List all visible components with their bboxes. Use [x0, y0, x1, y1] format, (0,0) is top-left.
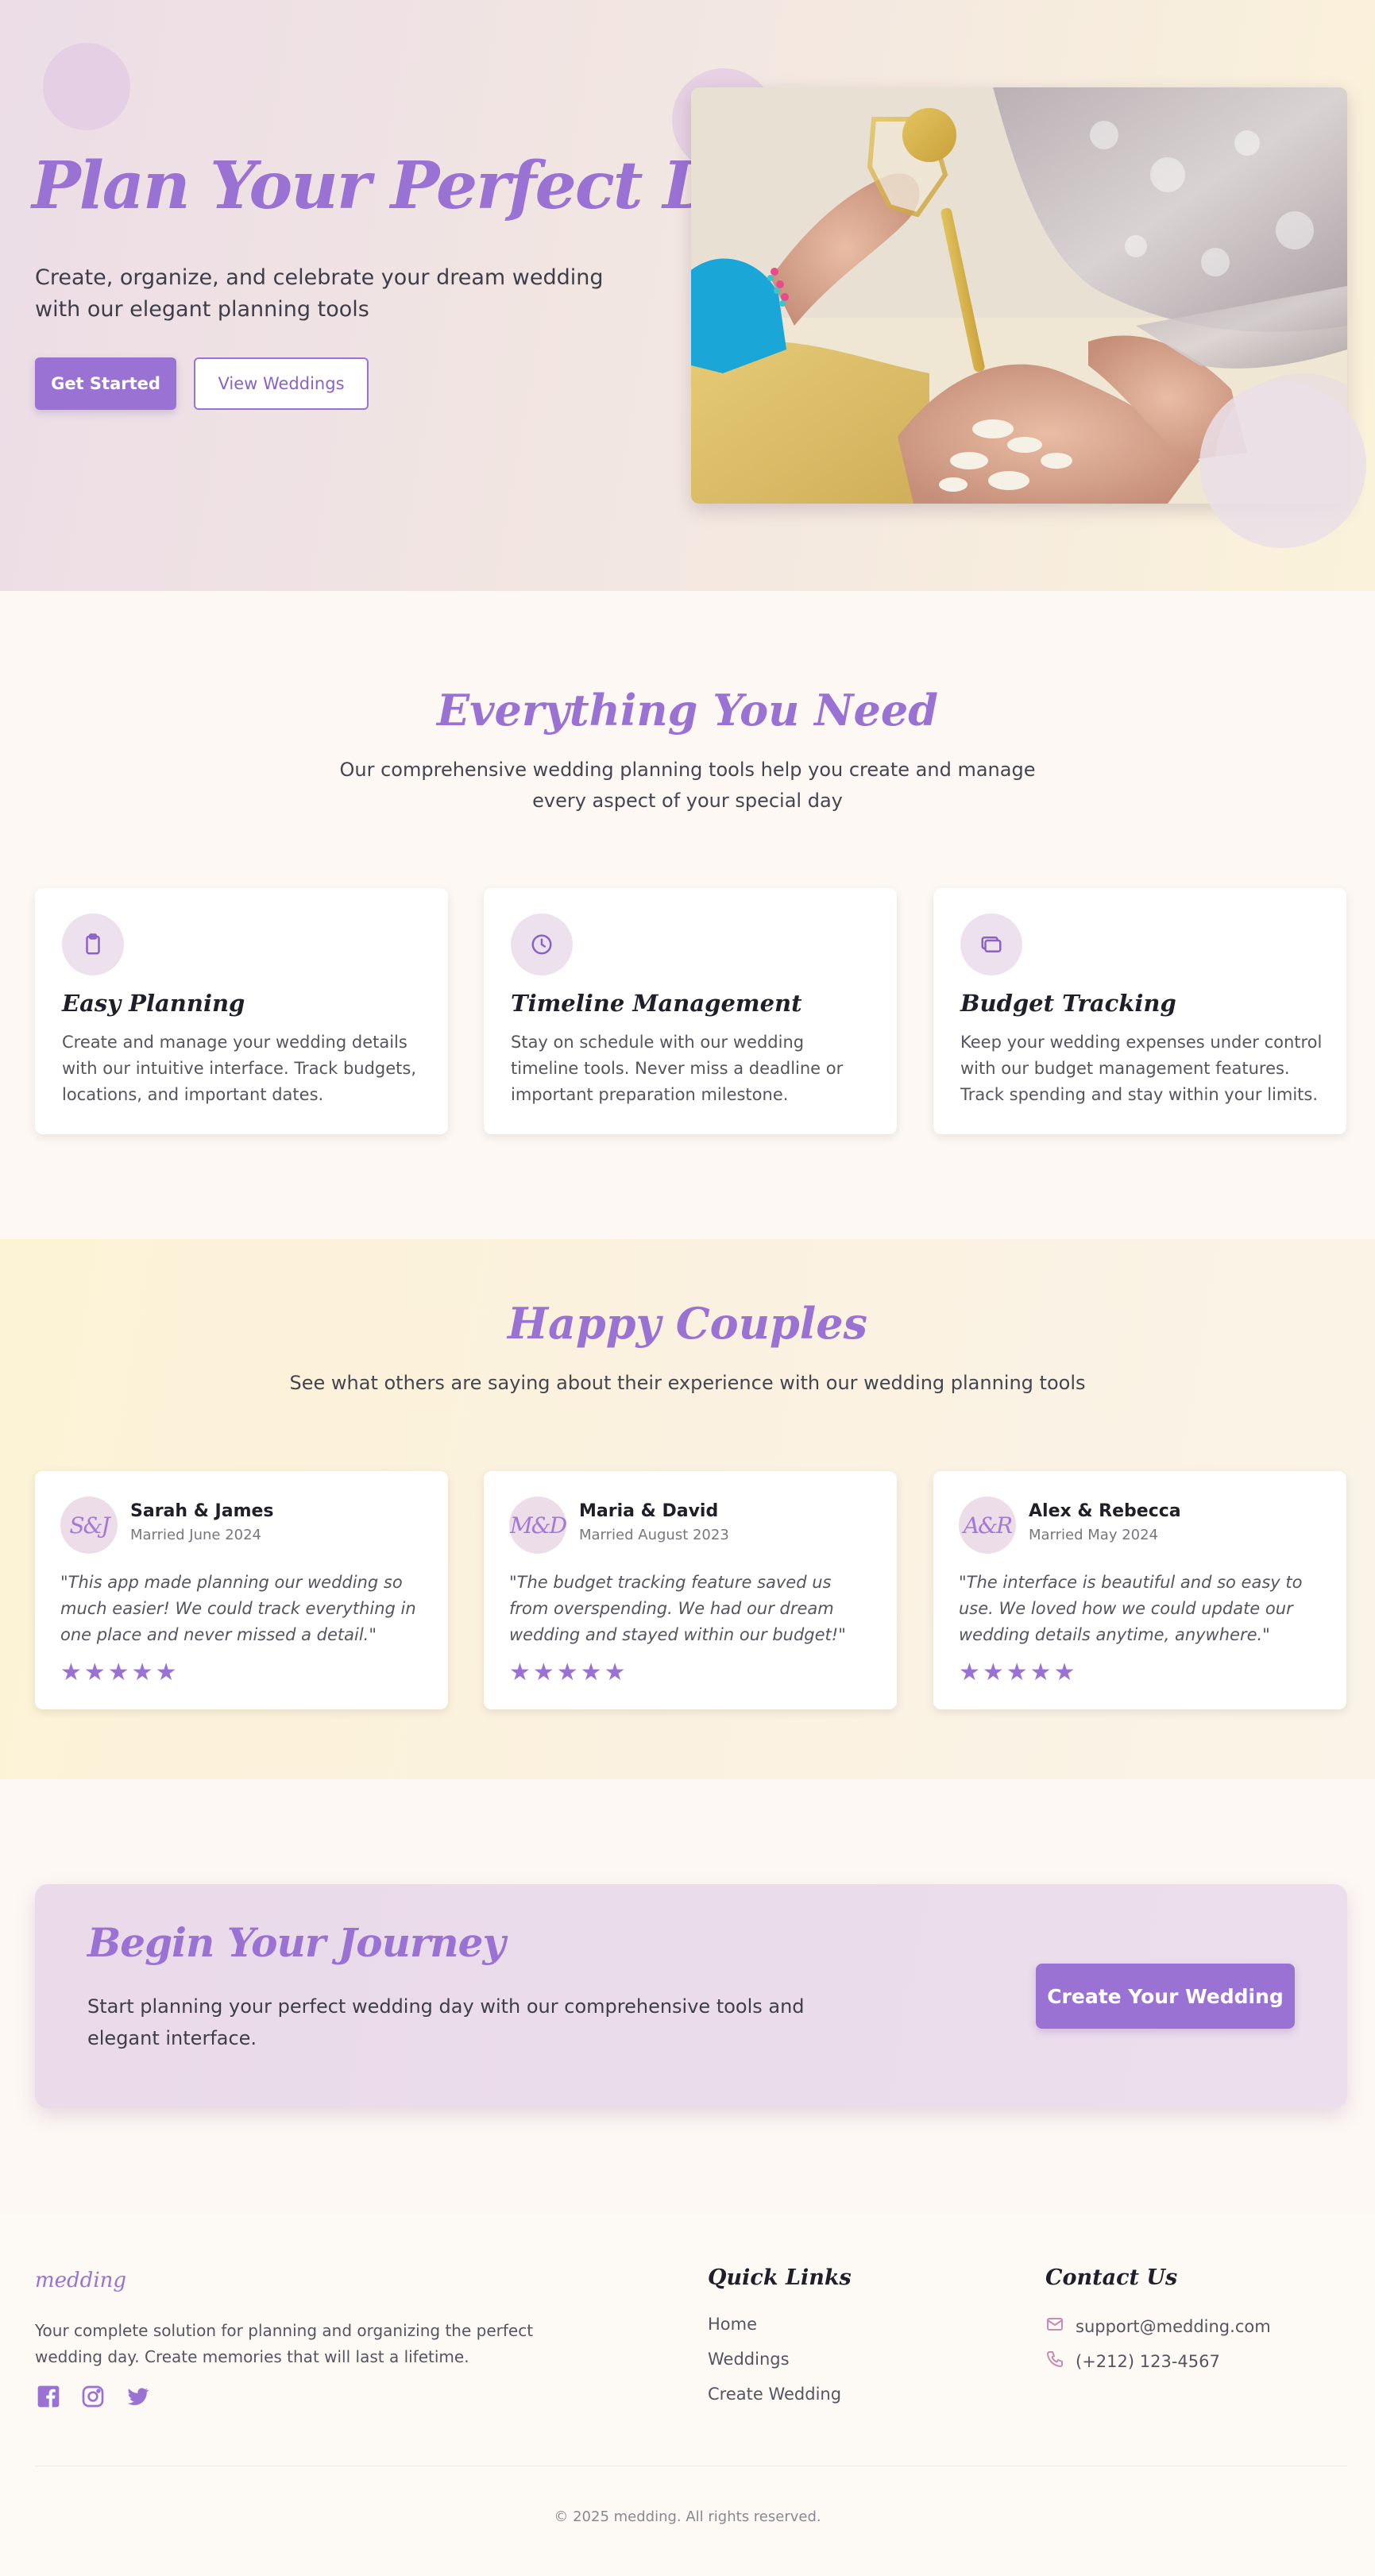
social-links	[35, 2383, 151, 2410]
married-date: Married June 2024	[130, 1527, 261, 1543]
hero-section: Plan Your Perfect Day Create, organize, …	[0, 0, 1375, 591]
cta-text: Start planning your perfect wedding day …	[87, 1995, 805, 2049]
clock-icon	[511, 913, 573, 975]
feature-card-timeline: Timeline Management Stay on schedule wit…	[484, 888, 897, 1134]
avatar: M&D	[509, 1497, 567, 1554]
hero-subtitle: Create, organize, and celebrate your dre…	[35, 265, 604, 322]
mail-icon	[1045, 2315, 1064, 2338]
instagram-icon[interactable]	[79, 2383, 106, 2410]
avatar: A&R	[959, 1497, 1016, 1554]
testimonial-quote: "This app made planning our wedding so m…	[60, 1573, 416, 1644]
create-wedding-button[interactable]: Create Your Wedding	[1036, 1964, 1295, 2029]
footer: medding Your complete solution for plann…	[0, 2216, 1375, 2576]
features-subtitle: Our comprehensive wedding planning tools…	[339, 759, 1036, 812]
hero-title: Plan Your Perfect Day	[32, 148, 796, 224]
feature-card-budget: Budget Tracking Keep your wedding expens…	[933, 888, 1346, 1134]
decorative-circle	[1199, 381, 1366, 548]
email-text: support@medding.com	[1076, 2316, 1271, 2336]
feature-description: Keep your wedding expenses under control…	[960, 1033, 1323, 1104]
cta-banner: Begin Your Journey Start planning your p…	[35, 1884, 1347, 2108]
twitter-icon[interactable]	[124, 2383, 151, 2410]
testimonial-card: S&J Sarah & James Married June 2024 "Thi…	[35, 1471, 448, 1709]
get-started-button[interactable]: Get Started	[35, 357, 176, 410]
footer-description: Your complete solution for planning and …	[35, 2321, 534, 2366]
contact-email[interactable]: support@medding.com	[1045, 2315, 1271, 2338]
testimonials-title: Happy Couples	[508, 1298, 867, 1349]
couple-name: Maria & David	[579, 1501, 719, 1521]
footer-link-home[interactable]: Home	[708, 2315, 757, 2334]
testimonial-quote: "The budget tracking feature saved us fr…	[509, 1573, 846, 1644]
decorative-circle	[43, 43, 130, 130]
phone-text: (+212) 123-4567	[1076, 2351, 1220, 2371]
star-rating: ★★★★★	[60, 1659, 180, 1686]
quick-links-title: Quick Links	[708, 2265, 852, 2290]
phone-icon	[1045, 2350, 1064, 2373]
features-section: Everything You Need Our comprehensive we…	[0, 591, 1375, 1239]
married-date: Married August 2023	[579, 1527, 729, 1543]
feature-description: Stay on schedule with our wedding timeli…	[511, 1033, 844, 1104]
feature-title: Timeline Management	[511, 990, 802, 1017]
feature-description: Create and manage your wedding details w…	[62, 1033, 417, 1104]
footer-link-create-wedding[interactable]: Create Wedding	[708, 2385, 841, 2404]
cta-title: Begin Your Journey	[87, 1919, 506, 1966]
contact-phone[interactable]: (+212) 123-4567	[1045, 2350, 1220, 2373]
married-date: Married May 2024	[1029, 1527, 1159, 1543]
star-rating: ★★★★★	[509, 1659, 628, 1686]
view-weddings-button[interactable]: View Weddings	[194, 357, 369, 410]
testimonial-card: M&D Maria & David Married August 2023 "T…	[484, 1471, 897, 1709]
testimonial-quote: "The interface is beautiful and so easy …	[959, 1573, 1303, 1644]
clipboard-icon	[62, 913, 124, 975]
footer-logo[interactable]: medding	[35, 2269, 126, 2292]
testimonial-card: A&R Alex & Rebecca Married May 2024 "The…	[933, 1471, 1346, 1709]
couple-name: Sarah & James	[130, 1501, 274, 1521]
testimonials-section: Happy Couples See what others are saying…	[0, 1239, 1375, 1779]
contact-title: Contact Us	[1045, 2265, 1178, 2290]
copyright: © 2025 medding. All rights reserved.	[554, 2508, 821, 2525]
features-title: Everything You Need	[436, 685, 939, 736]
feature-title: Budget Tracking	[960, 990, 1176, 1017]
cta-section: Begin Your Journey Start planning your p…	[0, 1779, 1375, 2216]
facebook-icon[interactable]	[35, 2383, 62, 2410]
wallet-icon	[960, 913, 1022, 975]
feature-card-easy-planning: Easy Planning Create and manage your wed…	[35, 888, 448, 1134]
testimonials-subtitle: See what others are saying about their e…	[289, 1372, 1086, 1394]
avatar: S&J	[60, 1497, 118, 1554]
feature-title: Easy Planning	[62, 990, 245, 1017]
star-rating: ★★★★★	[959, 1659, 1078, 1686]
footer-link-weddings[interactable]: Weddings	[708, 2350, 790, 2369]
couple-name: Alex & Rebecca	[1029, 1501, 1181, 1521]
